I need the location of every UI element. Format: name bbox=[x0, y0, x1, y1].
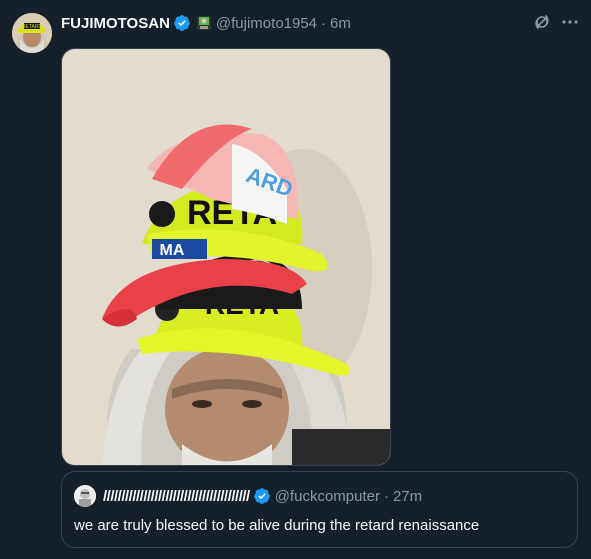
quoted-header-separator: · bbox=[383, 487, 389, 505]
quoted-verified-badge-icon[interactable] bbox=[253, 487, 271, 505]
post-timestamp[interactable]: 6m bbox=[330, 15, 351, 32]
quoted-post-header: ////////////////////////////////////////… bbox=[74, 485, 422, 507]
quoted-post-text: we are truly blessed to be alive during … bbox=[74, 517, 480, 534]
quoted-author-handle[interactable]: @fuckcomputer bbox=[275, 488, 380, 505]
post[interactable]: RETARD FUJIMOTOSAN @fujimoto1954 · 6m RE… bbox=[0, 0, 591, 559]
author-avatar[interactable]: RETARD bbox=[12, 13, 52, 53]
more-options-icon[interactable] bbox=[560, 12, 580, 32]
verified-badge-icon[interactable] bbox=[173, 14, 191, 32]
quoted-post-timestamp[interactable]: 27m bbox=[393, 488, 422, 505]
post-photo[interactable]: RETA RETA MA ARD bbox=[61, 48, 391, 466]
hat-text-side: MA bbox=[160, 242, 185, 259]
post-header: FUJIMOTOSAN @fujimoto1954 · 6m bbox=[61, 13, 351, 33]
quoted-author-display-name[interactable]: //////////////////////////////////////// bbox=[103, 488, 250, 505]
grok-icon[interactable] bbox=[532, 12, 552, 32]
computer-emoji-icon[interactable] bbox=[196, 15, 212, 31]
quoted-post[interactable]: ////////////////////////////////////////… bbox=[61, 471, 578, 548]
author-display-name[interactable]: FUJIMOTOSAN bbox=[61, 15, 170, 32]
svg-text:RETARD: RETARD bbox=[22, 24, 43, 30]
quoted-author-avatar[interactable] bbox=[74, 485, 96, 507]
header-separator: · bbox=[321, 14, 327, 32]
author-handle[interactable]: @fujimoto1954 bbox=[216, 15, 317, 32]
